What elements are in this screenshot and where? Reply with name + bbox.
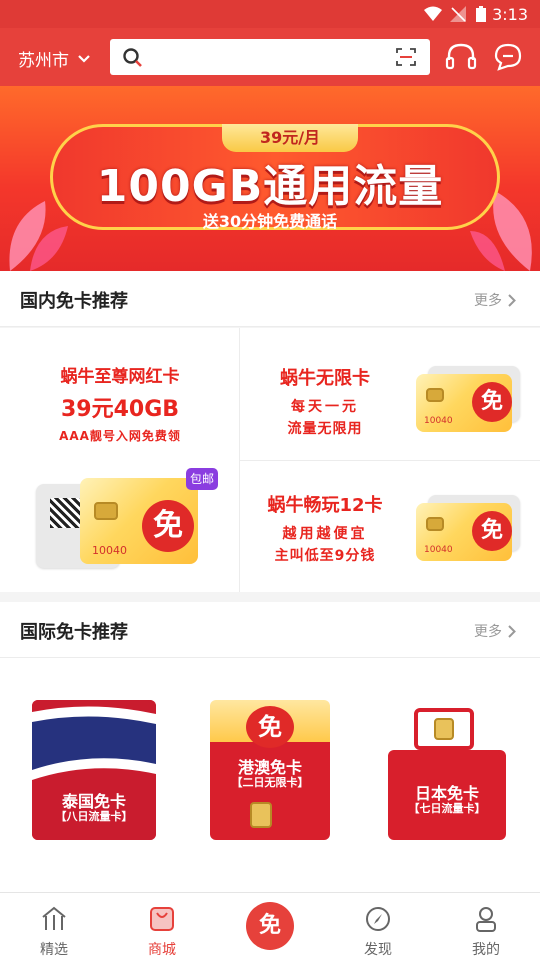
shopping-bag-icon bbox=[150, 907, 174, 931]
sim-card-image: 免 10040 bbox=[416, 374, 512, 432]
international-card-list: 泰国免卡 【八日流量卡】 免 港澳免卡 【二日无限卡】 日本免卡 【七日流量卡】 bbox=[0, 658, 540, 892]
status-time: 3:13 bbox=[492, 5, 528, 24]
tab-label: 商城 bbox=[148, 942, 176, 958]
tab-label: 发现 bbox=[364, 942, 392, 958]
domestic-section-header: 国内免卡推荐 更多 bbox=[0, 271, 540, 327]
sim-chip-icon bbox=[434, 718, 454, 740]
tab-profile[interactable]: 我的 bbox=[432, 893, 540, 960]
intl-card-japan[interactable]: 日本免卡 【七日流量卡】 bbox=[388, 700, 506, 840]
home-icon bbox=[42, 906, 66, 930]
sim-chip-icon bbox=[94, 502, 118, 520]
city-selector[interactable]: 苏州市 bbox=[18, 46, 91, 71]
battery-icon bbox=[476, 6, 486, 22]
more-link[interactable]: 更多 bbox=[474, 621, 516, 641]
mian-logo: 免 bbox=[472, 382, 512, 422]
product-desc: 越用越便宜 bbox=[282, 526, 368, 542]
product-desc: 流量无限用 bbox=[287, 421, 363, 437]
intl-card-sub: 【二日无限卡】 bbox=[231, 776, 309, 789]
signal-icon bbox=[450, 6, 466, 22]
section-title: 国内免卡推荐 bbox=[20, 291, 128, 312]
banner-headline: 100GB通用流量 bbox=[96, 161, 444, 212]
tab-label: 精选 bbox=[40, 942, 68, 958]
customer-service-icon[interactable] bbox=[445, 42, 477, 72]
top-bar: 苏州市 bbox=[0, 28, 540, 86]
intl-card-sub: 【七日流量卡】 bbox=[408, 802, 486, 815]
free-shipping-badge: 包邮 bbox=[186, 468, 218, 490]
sim-chip-icon bbox=[426, 517, 444, 531]
product-desc: AAA靓号入网免费领 bbox=[59, 429, 181, 443]
domestic-card-grid: 蜗牛至尊网红卡 39元40GB AAA靓号入网免费领 免 10040 包邮 蜗牛… bbox=[0, 328, 540, 592]
sim-number: 10040 bbox=[424, 545, 453, 555]
tab-mall[interactable]: 商城 bbox=[108, 893, 216, 960]
product-name: 蜗牛无限卡 bbox=[280, 368, 370, 389]
product-name: 蜗牛至尊网红卡 bbox=[60, 367, 180, 387]
intl-card-hk-macau[interactable]: 免 港澳免卡 【二日无限卡】 bbox=[210, 700, 330, 840]
sim-number: 10040 bbox=[92, 544, 127, 557]
chevron-down-icon bbox=[78, 54, 90, 63]
qr-code-icon bbox=[50, 498, 80, 528]
product-card[interactable]: 蜗牛无限卡 每天一元 流量无限用 免 10040 bbox=[240, 328, 540, 460]
mian-logo: 免 bbox=[472, 511, 512, 551]
chevron-right-icon bbox=[508, 293, 516, 307]
product-card-text: 蜗牛无限卡 每天一元 流量无限用 bbox=[240, 364, 410, 438]
scan-icon[interactable] bbox=[396, 48, 416, 66]
sim-number: 10040 bbox=[424, 416, 453, 426]
tab-featured[interactable]: 精选 bbox=[0, 893, 108, 960]
promo-banner[interactable]: 39元/月 100GB通用流量 送30分钟免费通话 bbox=[0, 86, 540, 271]
more-label: 更多 bbox=[474, 293, 502, 309]
banner-subline: 送30分钟免费通话 bbox=[202, 212, 338, 231]
section-title: 国际免卡推荐 bbox=[20, 622, 128, 643]
sim-chip-icon bbox=[250, 802, 272, 828]
more-label: 更多 bbox=[474, 624, 502, 640]
international-section-header: 国际免卡推荐 更多 bbox=[0, 602, 540, 658]
user-icon bbox=[476, 907, 496, 932]
mian-logo: 免 bbox=[142, 500, 194, 552]
sim-card-image: 免 10040 bbox=[80, 478, 198, 564]
tab-label: 我的 bbox=[472, 942, 500, 958]
tab-discover[interactable]: 发现 bbox=[324, 893, 432, 960]
mian-logo: 免 bbox=[246, 706, 294, 748]
product-card-text: 蜗牛畅玩12卡 越用越便宜 主叫低至9分钱 bbox=[240, 491, 410, 565]
product-desc: 每天一元 bbox=[291, 399, 359, 415]
product-card-text: 蜗牛至尊网红卡 39元40GB AAA靓号入网免费领 bbox=[0, 362, 240, 444]
chevron-right-icon bbox=[508, 624, 516, 638]
status-bar: 3:13 bbox=[0, 0, 540, 28]
product-price: 39元40GB bbox=[60, 397, 180, 422]
message-icon[interactable] bbox=[493, 42, 523, 72]
intl-card-thailand[interactable]: 泰国免卡 【八日流量卡】 bbox=[32, 700, 156, 840]
sim-holder bbox=[414, 708, 474, 750]
more-link[interactable]: 更多 bbox=[474, 290, 516, 310]
product-card-main[interactable]: 蜗牛至尊网红卡 39元40GB AAA靓号入网免费领 免 10040 包邮 bbox=[0, 328, 239, 592]
product-card[interactable]: 蜗牛畅玩12卡 越用越便宜 主叫低至9分钱 免 10040 bbox=[240, 461, 540, 592]
banner-price-tag: 39元/月 bbox=[222, 124, 358, 152]
city-label: 苏州市 bbox=[18, 51, 69, 71]
center-mian-button[interactable]: 免 bbox=[246, 902, 294, 950]
wifi-icon bbox=[424, 6, 442, 21]
product-desc: 主叫低至9分钱 bbox=[274, 548, 376, 564]
sim-chip-icon bbox=[426, 388, 444, 402]
compass-icon bbox=[366, 907, 390, 931]
search-icon bbox=[123, 48, 142, 67]
search-input[interactable] bbox=[110, 39, 430, 75]
product-name: 蜗牛畅玩12卡 bbox=[267, 495, 383, 516]
sim-card-image: 免 10040 bbox=[416, 503, 512, 561]
intl-card-sub: 【八日流量卡】 bbox=[55, 810, 133, 823]
